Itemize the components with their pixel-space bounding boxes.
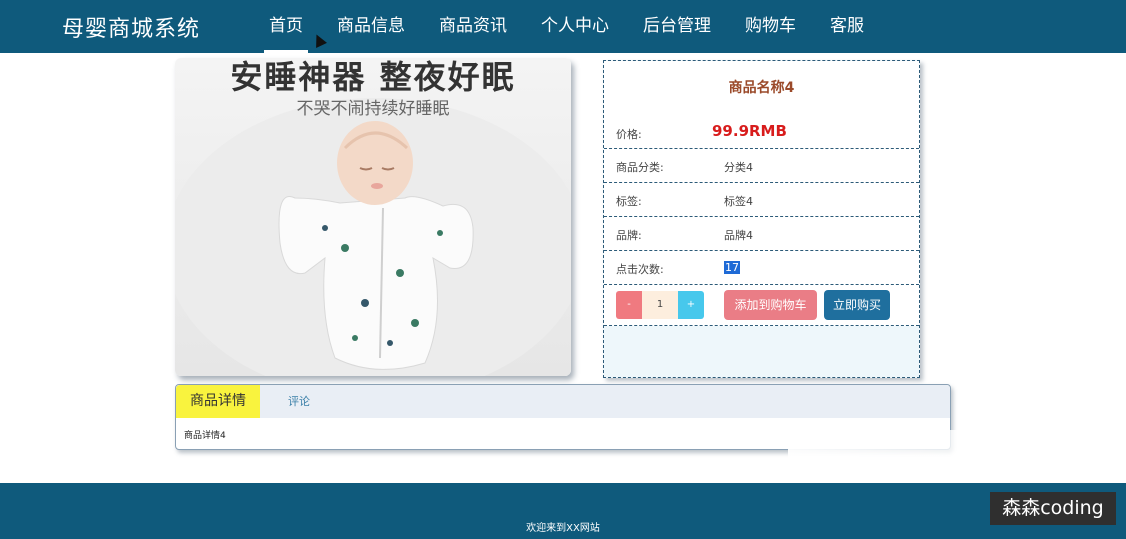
brand-row: 品牌: 品牌4: [604, 216, 919, 250]
main-nav: 首页 商品信息 商品资讯 个人中心 后台管理 购物车 客服: [252, 0, 881, 53]
brand-value: 品牌4: [724, 229, 753, 242]
detail-tabs: 商品详情 评论: [176, 385, 950, 418]
top-nav-bar: 母婴商城系统 首页 商品信息 商品资讯 个人中心 后台管理 购物车 客服: [0, 0, 1126, 53]
nav-admin[interactable]: 后台管理: [626, 0, 728, 53]
nav-personal-center[interactable]: 个人中心: [524, 0, 626, 53]
add-to-cart-button[interactable]: 添加到购物车: [724, 290, 817, 320]
quantity-increase-button[interactable]: +: [678, 291, 704, 319]
product-info-panel: 商品名称4 价格: 99.9RMB 商品分类: 分类4 标签: 标签4 品牌: …: [603, 60, 920, 378]
nav-customer-service[interactable]: 客服: [813, 0, 881, 53]
price-label: 价格:: [616, 128, 642, 141]
site-brand[interactable]: 母婴商城系统: [62, 11, 200, 43]
brand-label: 品牌:: [616, 229, 642, 242]
category-label: 商品分类:: [616, 161, 664, 174]
watermark-label: 森森coding: [990, 492, 1116, 525]
footer-text: 欢迎来到XX网站: [526, 523, 600, 534]
image-headline: 安睡神器 整夜好眠: [230, 58, 516, 96]
nav-cart[interactable]: 购物车: [728, 0, 813, 53]
tag-label: 标签:: [616, 195, 642, 208]
price-row: 价格: 99.9RMB: [604, 116, 919, 148]
nav-home[interactable]: 首页: [252, 0, 320, 53]
quantity-decrease-button[interactable]: -: [616, 291, 642, 319]
quantity-input[interactable]: 1: [642, 291, 678, 319]
image-subline: 不哭不闹持续好睡眠: [296, 99, 450, 119]
product-image: 安睡神器 整夜好眠 不哭不闹持续好睡眠: [175, 58, 571, 376]
clicks-row: 点击次数: 17: [604, 250, 919, 284]
tab-comments[interactable]: 评论: [288, 385, 310, 418]
nav-product-news[interactable]: 商品资讯: [422, 0, 524, 53]
detail-content: 商品详情4: [184, 431, 226, 441]
purchase-row: - 1 + 添加到购物车 立即购买: [604, 284, 919, 326]
page-footer: 欢迎来到XX网站: [0, 483, 1126, 539]
tab-product-detail[interactable]: 商品详情: [176, 385, 260, 418]
category-value: 分类4: [724, 161, 753, 174]
tag-value: 标签4: [724, 195, 753, 208]
tag-row: 标签: 标签4: [604, 182, 919, 216]
category-row: 商品分类: 分类4: [604, 148, 919, 182]
price-value: 99.9RMB: [712, 122, 787, 140]
nav-product-info[interactable]: 商品信息: [320, 0, 422, 53]
product-name: 商品名称4: [604, 61, 919, 116]
buy-now-button[interactable]: 立即购买: [824, 290, 890, 320]
clicks-label: 点击次数:: [616, 263, 664, 276]
clicks-value: 17: [724, 261, 740, 274]
